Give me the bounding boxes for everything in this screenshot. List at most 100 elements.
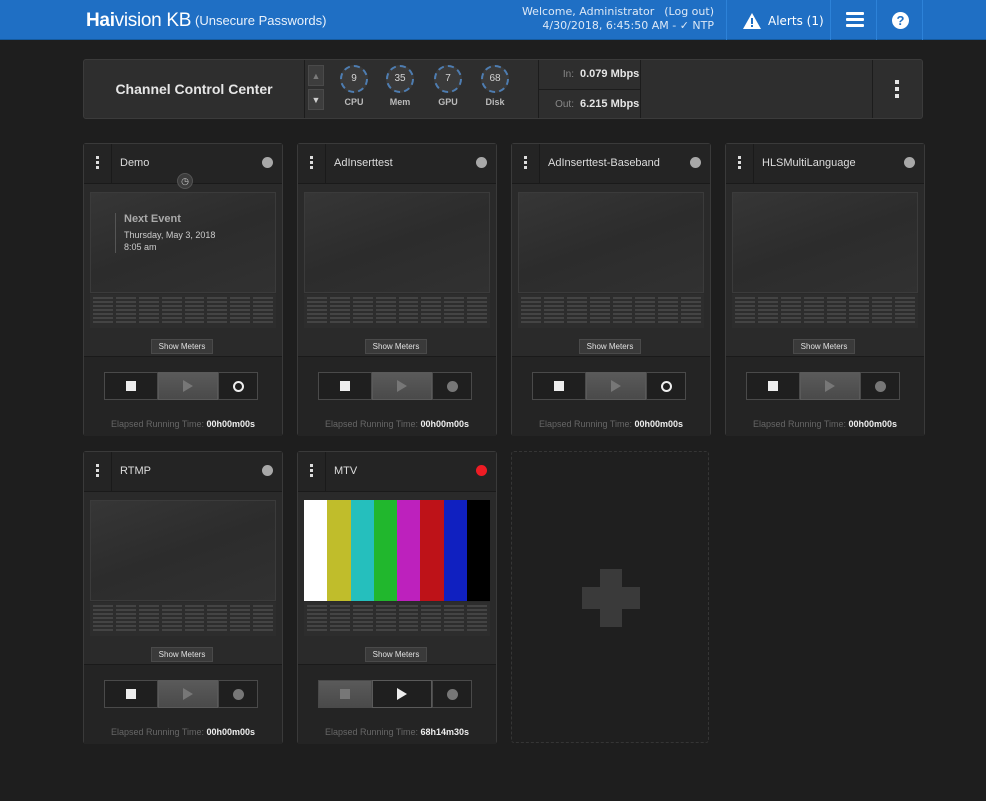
status-indicator	[476, 465, 487, 476]
show-meters-button[interactable]: Show Meters	[365, 339, 427, 354]
color-bar	[350, 500, 374, 601]
channel-card: AdInserttest-Baseband Show Meters Elapse…	[511, 143, 711, 436]
start-button[interactable]	[372, 680, 432, 708]
start-button[interactable]	[158, 372, 218, 400]
stop-button[interactable]	[318, 680, 372, 708]
show-meters-button[interactable]: Show Meters	[579, 339, 641, 354]
control-center-menu-icon[interactable]	[872, 60, 922, 118]
schedule-icon[interactable]: ◷	[177, 173, 193, 189]
record-button[interactable]	[860, 372, 900, 400]
play-icon	[825, 380, 835, 392]
start-button[interactable]	[158, 680, 218, 708]
warning-icon	[743, 13, 761, 29]
channel-menu-icon[interactable]	[310, 464, 314, 479]
start-button[interactable]	[586, 372, 646, 400]
channel-card: AdInserttest Show Meters Elapsed Running…	[297, 143, 497, 436]
stop-icon	[554, 381, 564, 391]
in-label: In:	[562, 69, 574, 80]
ntp-status: ✓ NTP	[679, 19, 714, 32]
cpu-label: CPU	[344, 97, 364, 107]
audio-meters	[90, 602, 276, 636]
record-button[interactable]	[218, 680, 258, 708]
next-event-time: 8:05 am	[124, 242, 157, 252]
channel-menu-icon[interactable]	[738, 156, 742, 171]
stop-icon	[340, 381, 350, 391]
channel-card: HLSMultiLanguage Show Meters Elapsed Run…	[725, 143, 925, 436]
channel-card: RTMP Show Meters Elapsed Running Time: 0…	[83, 451, 283, 744]
record-icon	[660, 380, 672, 392]
color-bar	[327, 500, 351, 601]
show-meters-button[interactable]: Show Meters	[793, 339, 855, 354]
play-icon	[183, 688, 193, 700]
gauge-scroll: ▲ ▼	[308, 65, 324, 113]
preview-thumbnail	[304, 500, 490, 601]
status-indicator	[690, 157, 701, 168]
audio-meters	[304, 294, 490, 328]
disk-label: Disk	[485, 97, 505, 107]
disk-gauge: 68 Disk	[477, 65, 513, 107]
next-event-title: Next Event	[124, 213, 181, 225]
logout-link[interactable]: (Log out)	[664, 5, 714, 18]
play-icon	[397, 380, 407, 392]
record-button[interactable]	[432, 372, 472, 400]
stop-button[interactable]	[532, 372, 586, 400]
welcome-text: Welcome, Administrator	[521, 5, 655, 18]
record-icon	[874, 380, 886, 392]
channel-name: Demo	[120, 157, 150, 169]
stop-button[interactable]	[104, 680, 158, 708]
control-center-title: Channel Control Center	[115, 81, 273, 97]
channel-name: AdInserttest-Baseband	[548, 157, 660, 169]
play-icon	[397, 688, 407, 700]
status-indicator	[904, 157, 915, 168]
disk-value: 68	[481, 65, 509, 93]
scroll-up-button[interactable]: ▲	[308, 65, 324, 86]
preview-thumbnail	[304, 192, 490, 293]
unsecure-passwords-warning[interactable]: (Unsecure Passwords)	[195, 13, 327, 28]
add-channel-button[interactable]	[511, 451, 709, 743]
record-button[interactable]	[646, 372, 686, 400]
elapsed-time: Elapsed Running Time: 00h00m00s	[538, 419, 684, 429]
elapsed-time: Elapsed Running Time: 00h00m00s	[110, 419, 256, 429]
record-icon	[232, 688, 244, 700]
gpu-gauge: 7 GPU	[430, 65, 466, 107]
stop-icon	[340, 689, 350, 699]
scroll-down-button[interactable]: ▼	[308, 89, 324, 110]
datetime: 4/30/2018, 6:45:50 AM -	[542, 19, 680, 32]
preview-thumbnail	[732, 192, 918, 293]
elapsed-time: Elapsed Running Time: 00h00m00s	[324, 419, 470, 429]
stop-button[interactable]	[318, 372, 372, 400]
stop-icon	[768, 381, 778, 391]
audio-meters	[90, 294, 276, 328]
in-value: 0.079 Mbps	[580, 68, 640, 80]
start-button[interactable]	[372, 372, 432, 400]
mem-label: Mem	[389, 97, 411, 107]
channel-menu-icon[interactable]	[310, 156, 314, 171]
stop-button[interactable]	[746, 372, 800, 400]
audio-meters	[732, 294, 918, 328]
channel-menu-icon[interactable]	[96, 156, 100, 171]
channel-card: MTV Show Meters Elapsed Running Time: 68…	[297, 451, 497, 744]
color-bar	[420, 500, 444, 601]
record-icon	[446, 380, 458, 392]
preview-thumbnail: Next Event Thursday, May 3, 2018 8:05 am	[90, 192, 276, 293]
cpu-value: 9	[340, 65, 368, 93]
stop-icon	[126, 381, 136, 391]
app-logo: Haivision KB	[86, 10, 192, 31]
stop-button[interactable]	[104, 372, 158, 400]
channel-name: RTMP	[120, 465, 151, 477]
hamburger-menu-icon[interactable]	[846, 12, 864, 27]
record-icon	[446, 688, 458, 700]
show-meters-button[interactable]: Show Meters	[151, 647, 213, 662]
color-bar	[304, 500, 328, 601]
help-icon[interactable]: ?	[892, 12, 909, 29]
record-button[interactable]	[218, 372, 258, 400]
start-button[interactable]	[800, 372, 860, 400]
show-meters-button[interactable]: Show Meters	[365, 647, 427, 662]
gpu-value: 7	[434, 65, 462, 93]
next-event: Next Event Thursday, May 3, 2018 8:05 am	[115, 213, 215, 253]
show-meters-button[interactable]: Show Meters	[151, 339, 213, 354]
channel-menu-icon[interactable]	[96, 464, 100, 479]
alerts-button[interactable]: Alerts (1)	[742, 11, 824, 31]
record-button[interactable]	[432, 680, 472, 708]
channel-menu-icon[interactable]	[524, 156, 528, 171]
